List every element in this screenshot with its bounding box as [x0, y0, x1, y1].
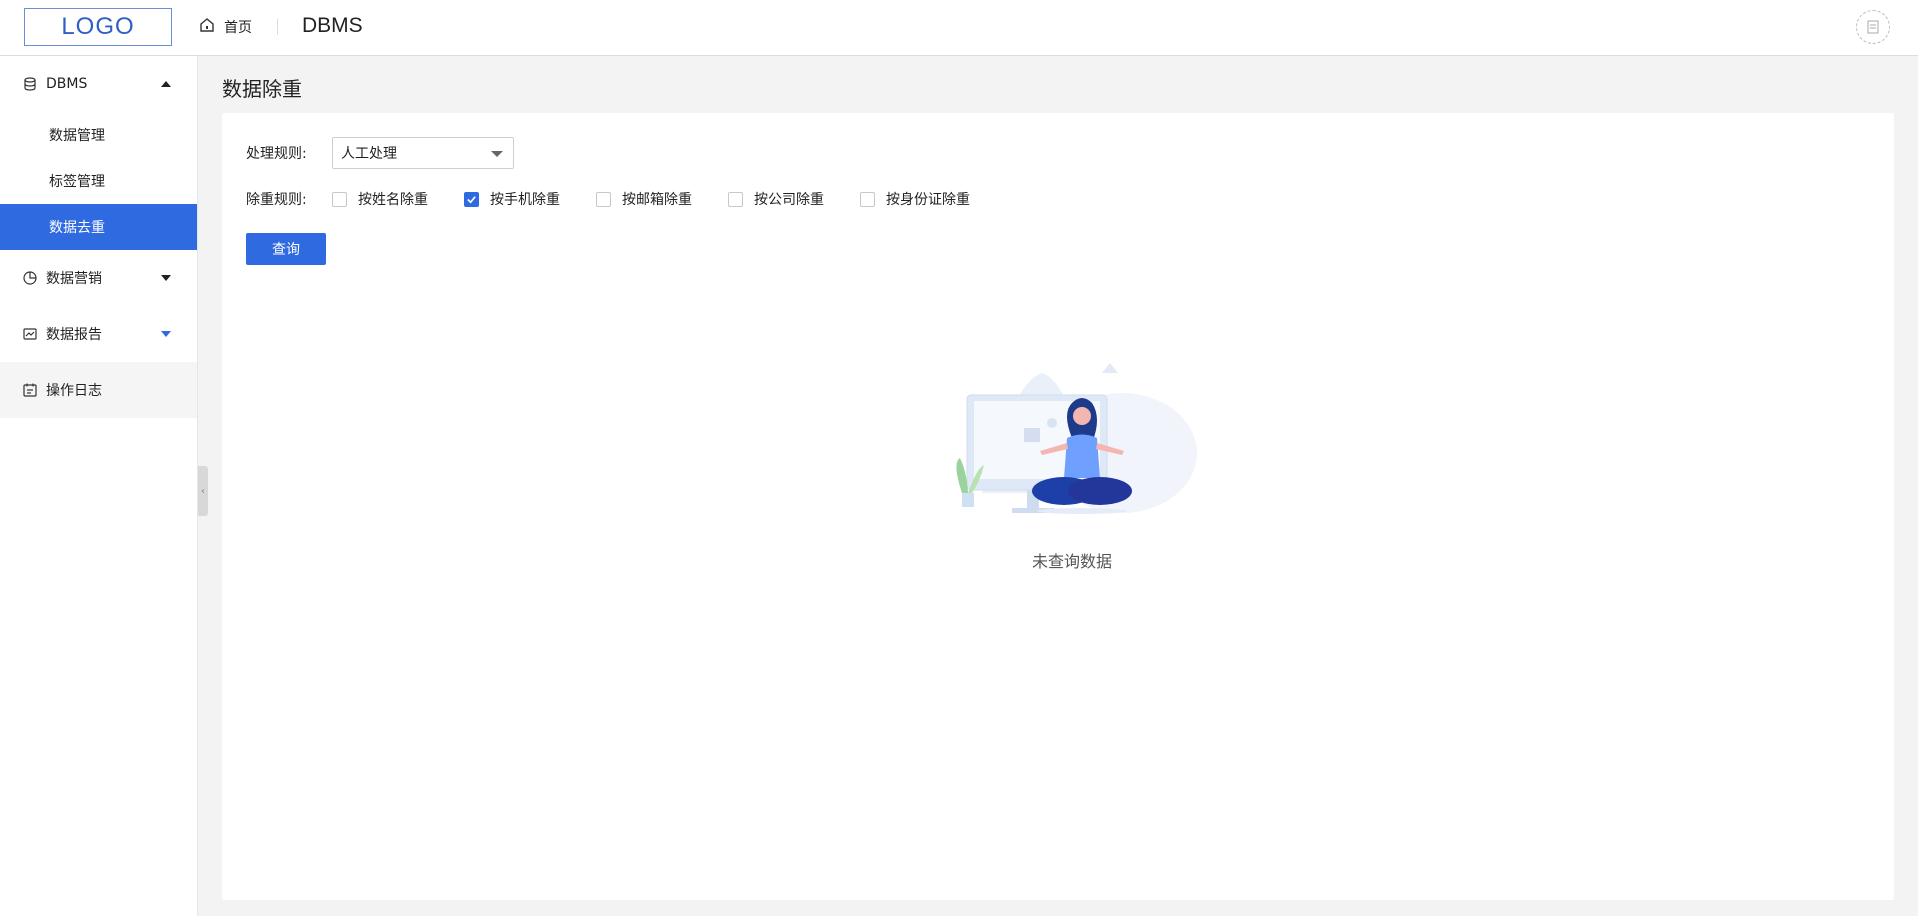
line-chart-icon [22, 326, 38, 342]
rule-row: 处理规则: 人工处理 [246, 137, 514, 169]
checkbox-box[interactable] [860, 191, 875, 207]
header-divider [277, 19, 278, 35]
checkbox-box-checked[interactable] [464, 191, 479, 207]
dedup-row: 除重规则: 按姓名除重 按手机除重 按邮箱除重 按公司除重 按身份证除重 [246, 189, 1006, 209]
page-title: 数据除重 [222, 77, 302, 101]
checkbox-by-id-card[interactable]: 按身份证除重 [860, 189, 970, 209]
sidebar-collapse-handle[interactable]: ‹ [198, 466, 208, 516]
checkbox-box[interactable] [596, 191, 611, 207]
user-icon [1867, 20, 1879, 34]
sidebar: DBMS 数据管理 标签管理 数据去重 数据营销 数据报告 操作日志 [0, 56, 198, 916]
rule-label: 处理规则: [246, 146, 307, 162]
database-icon [22, 76, 38, 92]
query-button[interactable]: 查询 [246, 233, 326, 265]
checkbox-by-company[interactable]: 按公司除重 [728, 189, 824, 209]
nav-group-label: 操作日志 [46, 383, 102, 399]
pie-chart-icon [22, 270, 38, 286]
avatar[interactable] [1856, 10, 1890, 44]
rule-select-value: 人工处理 [341, 146, 397, 162]
logo[interactable]: LOGO [24, 8, 172, 46]
caret-down-icon [491, 151, 503, 157]
sidebar-item-data-management[interactable]: 数据管理 [0, 112, 197, 158]
chevron-left-icon: ‹ [201, 485, 205, 497]
home-link[interactable]: 首页 [198, 16, 252, 38]
check-icon [467, 195, 476, 203]
nav-group-label: 数据营销 [46, 271, 102, 287]
checkbox-box[interactable] [332, 191, 347, 207]
chevron-down-icon [161, 275, 171, 281]
top-header: LOGO 首页 DBMS [0, 0, 1918, 56]
nav-group-dbms[interactable]: DBMS [0, 56, 197, 112]
dedup-label: 除重规则: [246, 192, 307, 208]
rule-select[interactable]: 人工处理 [332, 137, 514, 169]
home-icon [198, 16, 216, 38]
content-card: 处理规则: 人工处理 除重规则: 按姓名除重 按手机除重 按邮箱除重 按公司除重 [222, 113, 1894, 900]
nav-group-report[interactable]: 数据报告 [0, 306, 197, 362]
calendar-icon [22, 382, 38, 398]
nav-group-operation-log[interactable]: 操作日志 [0, 362, 197, 418]
nav-group-label: DBMS [46, 76, 88, 92]
checkbox-label: 按身份证除重 [886, 192, 970, 208]
checkbox-by-name[interactable]: 按姓名除重 [332, 189, 428, 209]
chevron-up-icon [161, 81, 171, 87]
checkbox-label: 按邮箱除重 [622, 192, 692, 208]
checkbox-by-phone[interactable]: 按手机除重 [464, 189, 560, 209]
nav-group-marketing[interactable]: 数据营销 [0, 250, 197, 306]
sidebar-item-tag-management[interactable]: 标签管理 [0, 158, 197, 204]
home-label: 首页 [224, 20, 252, 36]
sidebar-item-data-dedup[interactable]: 数据去重 [0, 204, 197, 250]
empty-state-text: 未查询数据 [1031, 552, 1112, 571]
empty-state-illustration [956, 363, 1197, 514]
checkbox-label: 按公司除重 [754, 192, 824, 208]
chevron-down-icon [161, 331, 171, 337]
checkbox-label: 按姓名除重 [358, 192, 428, 208]
app-title: DBMS [302, 14, 363, 37]
nav-group-label: 数据报告 [46, 327, 102, 343]
checkbox-label: 按手机除重 [490, 192, 560, 208]
checkbox-by-email[interactable]: 按邮箱除重 [596, 189, 692, 209]
checkbox-box[interactable] [728, 191, 743, 207]
